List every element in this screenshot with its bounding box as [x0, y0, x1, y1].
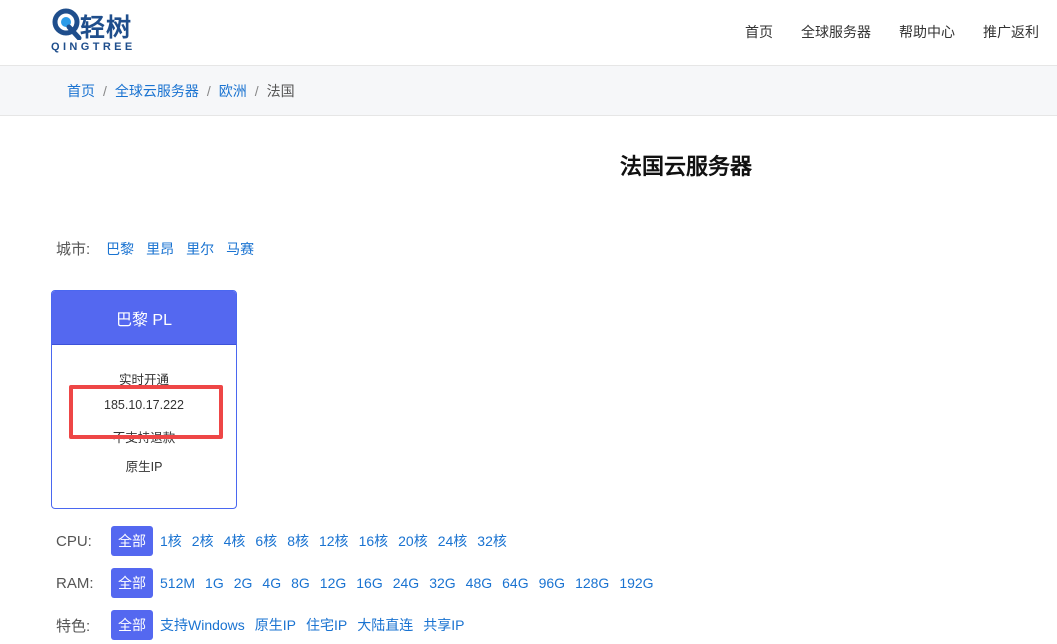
- logo-text-en: QINGTREE: [51, 41, 136, 53]
- ram-option[interactable]: 48G: [466, 575, 492, 591]
- nav-referral[interactable]: 推广返利: [983, 22, 1039, 42]
- city-link-lille[interactable]: 里尔: [186, 239, 214, 259]
- ram-option[interactable]: 512M: [160, 575, 195, 591]
- cpu-option[interactable]: 2核: [192, 531, 214, 551]
- breadcrumb-current: 法国: [266, 82, 295, 99]
- breadcrumb-separator: /: [103, 82, 107, 99]
- cpu-option[interactable]: 12核: [319, 531, 349, 551]
- server-card-body: 实时开通 185.10.17.222 不支持退款 原生IP: [52, 345, 236, 485]
- server-card-line-ip: 185.10.17.222: [104, 398, 184, 412]
- feature-option[interactable]: 共享IP: [423, 615, 464, 635]
- breadcrumb-separator: /: [206, 82, 211, 99]
- cpu-option[interactable]: 20核: [398, 531, 428, 551]
- feature-filter: 特色: 全部 支持Windows 原生IP 住宅IP 大陆直连 共享IP: [56, 610, 475, 640]
- feature-filter-label: 特色:: [56, 617, 91, 635]
- feature-option[interactable]: 支持Windows: [160, 615, 245, 635]
- cpu-filter: CPU: 全部 1核 2核 4核 6核 8核 12核 16核 20核 24核 3…: [56, 526, 517, 556]
- feature-filter-all-button[interactable]: 全部: [111, 610, 153, 640]
- city-link-lyon[interactable]: 里昂: [146, 239, 174, 259]
- site-header: 轻树 QINGTREE 首页 全球服务器 帮助中心 推广返利: [0, 0, 1057, 66]
- breadcrumb-home[interactable]: 首页: [67, 81, 95, 101]
- server-card-line-native-ip: 原生IP: [125, 460, 163, 474]
- ram-option[interactable]: 24G: [393, 575, 419, 591]
- ram-option[interactable]: 12G: [320, 575, 346, 591]
- city-link-marseille[interactable]: 马赛: [226, 239, 254, 259]
- ram-option[interactable]: 8G: [291, 575, 310, 591]
- breadcrumb: 首页 / 全球云服务器 / 欧洲 / 法国: [0, 66, 1057, 116]
- feature-option[interactable]: 住宅IP: [306, 615, 347, 635]
- city-filter-label: 城市:: [56, 241, 91, 258]
- feature-option[interactable]: 大陆直连: [357, 615, 413, 635]
- ram-filter-label: RAM:: [56, 574, 94, 592]
- ram-option[interactable]: 2G: [234, 575, 253, 591]
- ram-filter: RAM: 全部 512M 1G 2G 4G 8G 12G 16G 24G 32G…: [56, 568, 664, 598]
- feature-option[interactable]: 原生IP: [255, 615, 296, 635]
- ram-option[interactable]: 1G: [205, 575, 224, 591]
- cpu-filter-label: CPU:: [56, 532, 92, 550]
- logo-q-icon: [52, 8, 82, 40]
- ram-option[interactable]: 32G: [429, 575, 455, 591]
- cpu-option[interactable]: 16核: [359, 531, 389, 551]
- breadcrumb-global-cloud[interactable]: 全球云服务器: [115, 81, 199, 101]
- server-card-line-activation: 实时开通: [118, 373, 169, 387]
- cpu-option[interactable]: 6核: [255, 531, 277, 551]
- breadcrumb-europe[interactable]: 欧洲: [219, 81, 247, 101]
- nav-help-center[interactable]: 帮助中心: [899, 22, 955, 42]
- cpu-option[interactable]: 32核: [477, 531, 507, 551]
- ram-option[interactable]: 96G: [539, 575, 565, 591]
- cpu-option[interactable]: 8核: [287, 531, 309, 551]
- breadcrumb-separator: /: [254, 82, 259, 99]
- main-nav: 首页 全球服务器 帮助中心 推广返利: [745, 22, 1039, 42]
- server-card[interactable]: 巴黎 PL 实时开通 185.10.17.222 不支持退款 原生IP: [51, 290, 237, 509]
- qingtree-logo[interactable]: 轻树 QINGTREE: [50, 8, 150, 56]
- server-card-title: 巴黎 PL: [52, 291, 236, 345]
- ram-option[interactable]: 16G: [356, 575, 382, 591]
- logo-text-cn: 轻树: [80, 13, 133, 42]
- ram-option[interactable]: 4G: [262, 575, 281, 591]
- page-title: 法国云服务器: [619, 154, 752, 179]
- ram-option[interactable]: 64G: [502, 575, 528, 591]
- ram-option[interactable]: 192G: [619, 575, 653, 591]
- city-link-paris[interactable]: 巴黎: [106, 239, 134, 259]
- ram-filter-all-button[interactable]: 全部: [111, 568, 153, 598]
- city-filter: 城市: 巴黎 里昂 里尔 马赛: [56, 238, 266, 259]
- server-card-line-refund: 不支持退款: [112, 431, 176, 445]
- nav-home[interactable]: 首页: [745, 22, 773, 42]
- ram-option[interactable]: 128G: [575, 575, 609, 591]
- cpu-filter-all-button[interactable]: 全部: [111, 526, 153, 556]
- cpu-option[interactable]: 24核: [438, 531, 468, 551]
- cpu-option[interactable]: 1核: [160, 531, 182, 551]
- nav-global-servers[interactable]: 全球服务器: [801, 22, 871, 42]
- cpu-option[interactable]: 4核: [224, 531, 246, 551]
